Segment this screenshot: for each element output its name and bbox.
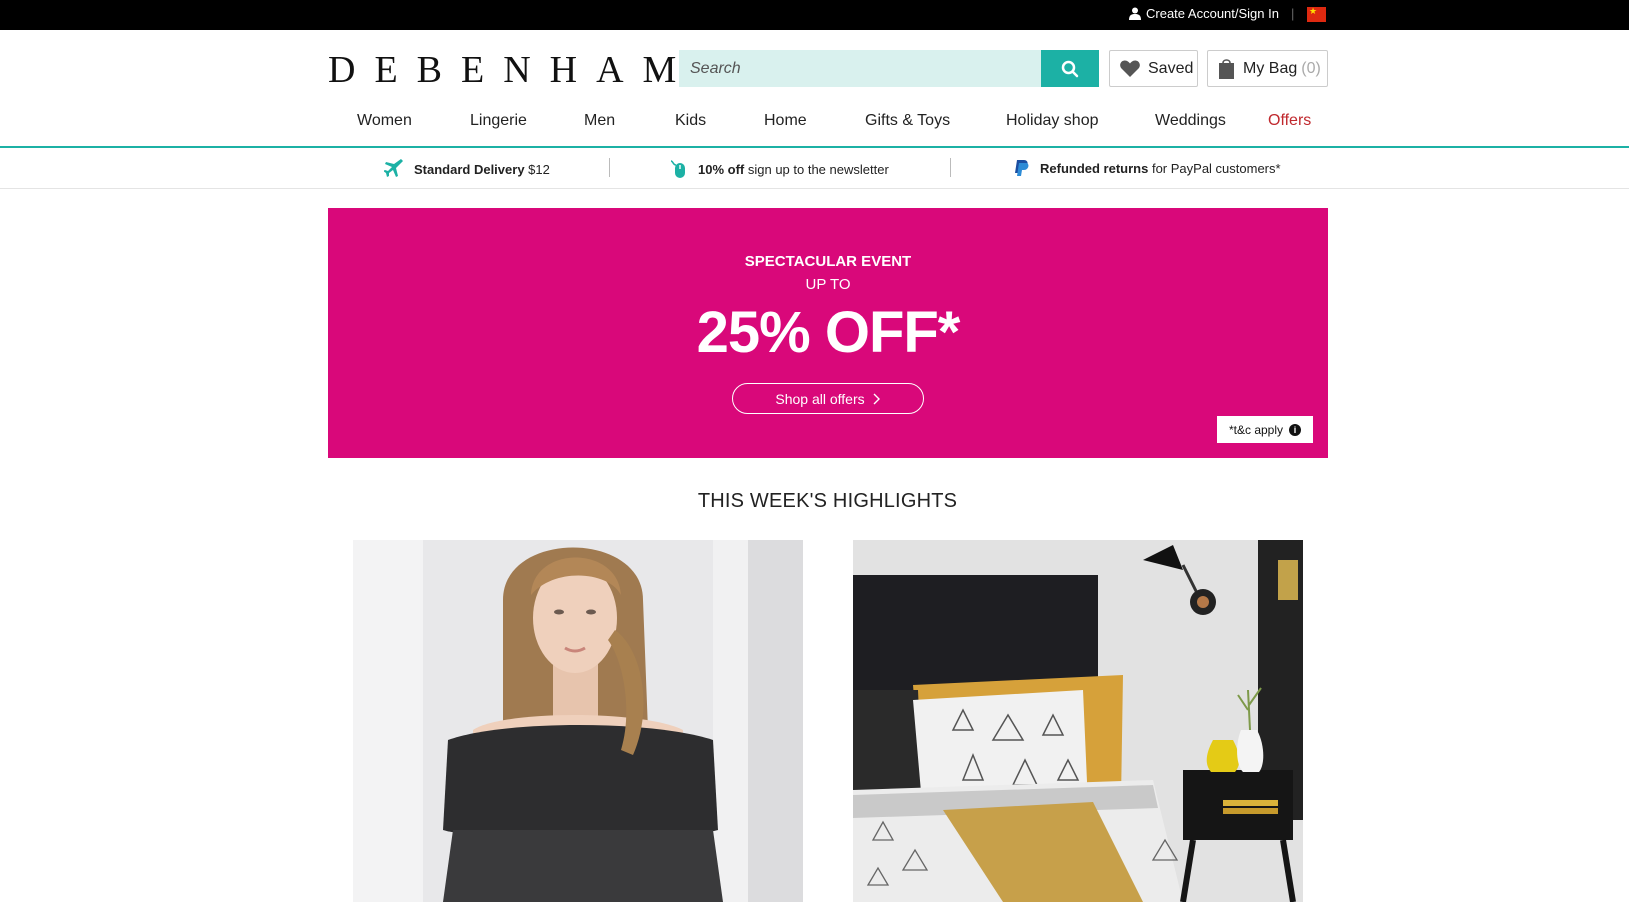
nav-item-home[interactable]: Home bbox=[764, 112, 807, 130]
strip-divider bbox=[609, 158, 610, 177]
top-bar: Create Account/Sign In | ★ bbox=[0, 0, 1629, 30]
newsletter-info[interactable]: 10% off sign up to the newsletter bbox=[668, 159, 889, 179]
highlights-title: THIS WEEK'S HIGHLIGHTS bbox=[697, 490, 958, 512]
main-nav: Women Lingerie Men Kids Home Gifts & Toy… bbox=[328, 110, 1328, 136]
my-bag-button[interactable]: My Bag (0) bbox=[1207, 50, 1328, 87]
debenhams-logo[interactable]: DEBENHAMS bbox=[328, 50, 735, 90]
terms-button[interactable]: *t&c apply i bbox=[1217, 416, 1313, 443]
highlight-card-home[interactable] bbox=[853, 540, 1303, 902]
terms-label: *t&c apply bbox=[1228, 422, 1284, 437]
delivery-info[interactable]: Standard Delivery $12 bbox=[384, 159, 550, 179]
user-icon bbox=[1129, 7, 1141, 20]
search-bar bbox=[679, 50, 1099, 87]
promo-banner[interactable]: SPECTACULAR EVENT UP TO 25% OFF* Shop al… bbox=[328, 208, 1328, 458]
delivery-text: $12 bbox=[528, 161, 550, 177]
search-input[interactable] bbox=[679, 50, 1041, 87]
airplane-icon bbox=[384, 159, 403, 177]
shop-all-offers-label: Shop all offers bbox=[775, 390, 865, 407]
strip-divider bbox=[950, 158, 951, 177]
china-flag-icon[interactable]: ★ bbox=[1307, 6, 1326, 22]
returns-bold: Refunded returns bbox=[1040, 160, 1149, 176]
bedroom-image bbox=[853, 540, 1303, 902]
highlight-card-womenswear[interactable] bbox=[353, 540, 803, 902]
nav-item-lingerie[interactable]: Lingerie bbox=[470, 112, 527, 130]
search-icon bbox=[1061, 60, 1079, 77]
nav-item-offers[interactable]: Offers bbox=[1268, 112, 1311, 130]
newsletter-text: sign up to the newsletter bbox=[747, 161, 889, 177]
nav-item-women[interactable]: Women bbox=[357, 112, 412, 130]
newsletter-bold: 10% off bbox=[698, 161, 745, 177]
account-link[interactable]: Create Account/Sign In bbox=[1129, 6, 1279, 21]
nav-item-holiday-shop[interactable]: Holiday shop bbox=[1006, 112, 1099, 130]
shopping-bag-icon bbox=[1219, 59, 1234, 79]
nav-item-weddings[interactable]: Weddings bbox=[1155, 112, 1226, 130]
delivery-bold: Standard Delivery bbox=[414, 161, 525, 177]
shop-all-offers-button[interactable]: Shop all offers bbox=[732, 383, 924, 414]
heart-icon bbox=[1120, 60, 1140, 77]
saved-label: Saved bbox=[1148, 59, 1194, 77]
nav-item-men[interactable]: Men bbox=[584, 112, 615, 130]
banner-eyebrow: SPECTACULAR EVENT bbox=[744, 253, 912, 270]
banner-subline: UP TO bbox=[805, 276, 851, 293]
returns-text: for PayPal customers* bbox=[1151, 160, 1281, 176]
banner-headline: 25% OFF* bbox=[696, 300, 961, 365]
bag-count: (0) bbox=[1301, 59, 1321, 77]
account-label: Create Account/Sign In bbox=[1146, 6, 1279, 21]
chevron-right-icon bbox=[873, 393, 880, 404]
paypal-icon bbox=[1015, 160, 1029, 176]
nav-item-gifts-toys[interactable]: Gifts & Toys bbox=[865, 112, 950, 130]
bag-label: My Bag bbox=[1243, 59, 1298, 77]
returns-info[interactable]: Refunded returns for PayPal customers* bbox=[1014, 159, 1281, 177]
mouse-icon bbox=[670, 160, 685, 178]
search-button[interactable] bbox=[1041, 50, 1099, 87]
saved-button[interactable]: Saved bbox=[1109, 50, 1198, 87]
benefits-strip: Standard Delivery $12 10% off sign up to… bbox=[0, 148, 1629, 189]
model-image bbox=[353, 540, 803, 902]
topbar-separator: | bbox=[1291, 6, 1295, 21]
info-icon: i bbox=[1289, 423, 1302, 436]
nav-item-kids[interactable]: Kids bbox=[675, 112, 706, 130]
